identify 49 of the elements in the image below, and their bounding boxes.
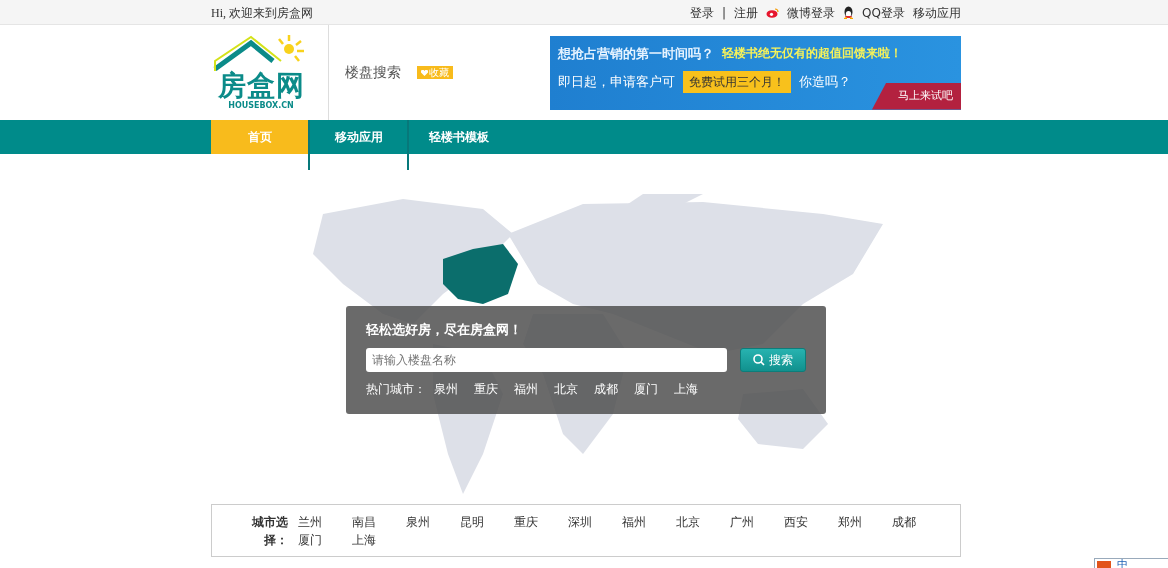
city-link[interactable]: 昆明: [460, 513, 514, 531]
city-link[interactable]: 成都: [594, 379, 618, 398]
city-link[interactable]: 广州: [730, 513, 784, 531]
city-link[interactable]: 重庆: [474, 379, 498, 398]
nav-tab[interactable]: 移动应用: [310, 120, 407, 154]
penguin-icon: [843, 6, 855, 19]
city-link[interactable]: 重庆: [514, 513, 568, 531]
banner-headline: 想抢占营销的第一时间吗？: [558, 44, 714, 63]
logo-text: 房盒网: [217, 71, 305, 101]
app-icon: [1097, 561, 1111, 568]
city-link[interactable]: 北京: [554, 379, 578, 398]
banner-ad[interactable]: 想抢占营销的第一时间吗？ 轻楼书绝无仅有的超值回馈来啦！ 即日起，申请客户可 免费试用三个月！ 你造吗？ 马上来试吧: [550, 35, 961, 110]
city-link[interactable]: 深圳: [568, 513, 622, 531]
city-link[interactable]: 福州: [514, 379, 538, 398]
city-link[interactable]: 成都: [892, 513, 946, 531]
city-link[interactable]: 西安: [784, 513, 838, 531]
city-link[interactable]: 厦门: [634, 379, 658, 398]
separator-text: |: [722, 4, 727, 22]
top-link[interactable]: 注册: [734, 3, 759, 22]
weibo-icon: [766, 7, 780, 18]
banner-highlight: 免费试用三个月！: [683, 71, 791, 93]
city-link[interactable]: 上海: [352, 531, 406, 549]
page-title: 楼盘搜索: [345, 63, 401, 82]
city-select-label: 城市选择：: [250, 514, 288, 549]
nav-tab[interactable]: 轻楼书模板: [409, 120, 509, 154]
greeting-text: Hi, 欢迎来到房盒网: [211, 4, 313, 22]
city-link[interactable]: 泉州: [406, 513, 460, 531]
city-link[interactable]: 兰州: [298, 513, 352, 531]
banner-text: 即日起，申请客户可: [558, 73, 675, 92]
banner-text: 你造吗？: [799, 73, 851, 92]
banner-headline: 轻楼书绝无仅有的超值回馈来啦！: [722, 45, 902, 63]
top-link[interactable]: 微博登录: [787, 3, 836, 22]
city-link[interactable]: 福州: [622, 513, 676, 531]
banner-cta[interactable]: 马上来试吧: [872, 83, 961, 110]
search-icon: [753, 353, 765, 366]
hot-cities-label: 热门城市：: [366, 380, 426, 398]
city-link[interactable]: 上海: [674, 379, 698, 398]
city-link[interactable]: 泉州: [434, 379, 458, 398]
city-link[interactable]: 郑州: [838, 513, 892, 531]
city-link[interactable]: 厦门: [298, 531, 352, 549]
panel-title: 轻松选好房，尽在房盒网！: [366, 321, 523, 339]
top-link[interactable]: QQ登录: [862, 3, 905, 22]
logo-subtext: HOUSEBOX.CN: [228, 101, 294, 110]
top-link[interactable]: 登录: [690, 3, 715, 22]
search-field[interactable]: 请输入楼盘名称: [366, 347, 727, 372]
heart-icon: [421, 70, 428, 76]
city-link[interactable]: 南昌: [352, 513, 406, 531]
city-link[interactable]: 北京: [676, 513, 730, 531]
top-link[interactable]: 移动应用: [913, 3, 961, 22]
